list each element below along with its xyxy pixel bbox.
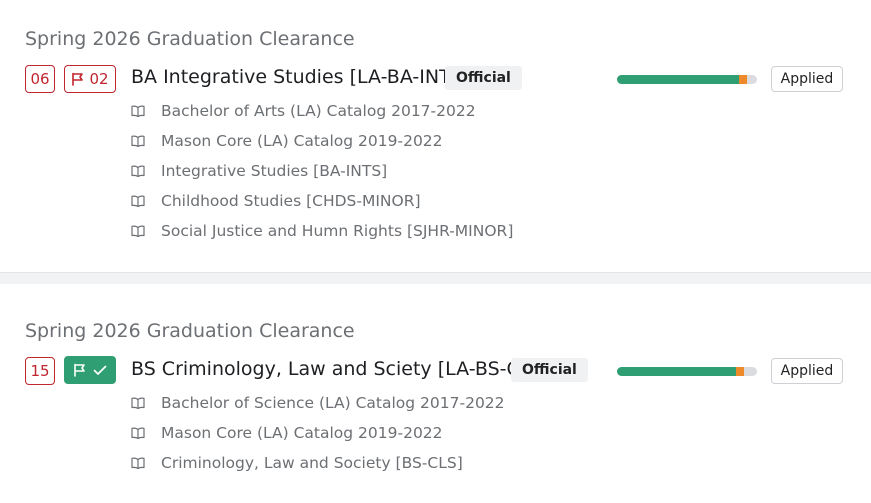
status-tag: Official bbox=[445, 66, 522, 90]
card-divider bbox=[0, 272, 871, 284]
term-title: Spring 2026 Graduation Clearance bbox=[25, 28, 355, 50]
progress-bar bbox=[617, 75, 757, 84]
flag-badge[interactable]: 02 bbox=[64, 65, 116, 93]
count-badge[interactable]: 06 bbox=[25, 65, 55, 93]
book-icon bbox=[131, 457, 145, 469]
program-title[interactable]: BA Integrative Studies [LA-BA-INTS] bbox=[131, 66, 470, 88]
requirement-list: Bachelor of Arts (LA) Catalog 2017-2022 … bbox=[131, 96, 513, 246]
flag-icon bbox=[71, 72, 84, 86]
term-title: Spring 2026 Graduation Clearance bbox=[25, 320, 355, 342]
requirement-item[interactable]: Childhood Studies [CHDS-MINOR] bbox=[131, 186, 513, 216]
count-badge[interactable]: 15 bbox=[25, 357, 55, 385]
book-icon bbox=[131, 195, 145, 207]
requirement-list: Bachelor of Science (LA) Catalog 2017-20… bbox=[131, 388, 505, 478]
status-tag: Official bbox=[511, 358, 588, 382]
flag-badge[interactable] bbox=[64, 356, 116, 384]
requirement-item[interactable]: Social Justice and Humn Rights [SJHR-MIN… bbox=[131, 216, 513, 246]
flag-icon bbox=[73, 363, 86, 377]
requirement-label: Mason Core (LA) Catalog 2019-2022 bbox=[161, 424, 443, 442]
book-icon bbox=[131, 397, 145, 409]
applied-button[interactable]: Applied bbox=[771, 358, 843, 384]
requirement-item[interactable]: Bachelor of Arts (LA) Catalog 2017-2022 bbox=[131, 96, 513, 126]
requirement-label: Bachelor of Science (LA) Catalog 2017-20… bbox=[161, 394, 505, 412]
progress-complete bbox=[617, 367, 736, 376]
requirement-label: Bachelor of Arts (LA) Catalog 2017-2022 bbox=[161, 102, 476, 120]
progress-pending bbox=[738, 75, 748, 84]
book-icon bbox=[131, 427, 145, 439]
flag-count: 02 bbox=[89, 70, 109, 88]
book-icon bbox=[131, 105, 145, 117]
book-icon bbox=[131, 225, 145, 237]
requirement-label: Integrative Studies [BA-INTS] bbox=[161, 162, 388, 180]
progress-complete bbox=[617, 75, 739, 84]
book-icon bbox=[131, 135, 145, 147]
requirement-item[interactable]: Bachelor of Science (LA) Catalog 2017-20… bbox=[131, 388, 505, 418]
progress-pending bbox=[736, 367, 745, 376]
program-title[interactable]: BS Criminology, Law and Sciety [LA-BS-CL… bbox=[131, 358, 550, 380]
requirement-label: Childhood Studies [CHDS-MINOR] bbox=[161, 192, 421, 210]
requirement-label: Criminology, Law and Society [BS-CLS] bbox=[161, 454, 463, 472]
requirement-item[interactable]: Integrative Studies [BA-INTS] bbox=[131, 156, 513, 186]
book-icon bbox=[131, 165, 145, 177]
requirement-item[interactable]: Mason Core (LA) Catalog 2019-2022 bbox=[131, 126, 513, 156]
requirement-label: Social Justice and Humn Rights [SJHR-MIN… bbox=[161, 222, 514, 240]
requirement-item[interactable]: Criminology, Law and Society [BS-CLS] bbox=[131, 448, 505, 478]
requirement-item[interactable]: Mason Core (LA) Catalog 2019-2022 bbox=[131, 418, 505, 448]
clearance-card: Spring 2026 Graduation Clearance 06 02 B… bbox=[0, 0, 871, 272]
applied-button[interactable]: Applied bbox=[771, 66, 843, 92]
clearance-card: Spring 2026 Graduation Clearance 15 BS C… bbox=[0, 284, 871, 503]
check-icon bbox=[93, 365, 107, 376]
progress-bar bbox=[617, 367, 757, 376]
requirement-label: Mason Core (LA) Catalog 2019-2022 bbox=[161, 132, 443, 150]
